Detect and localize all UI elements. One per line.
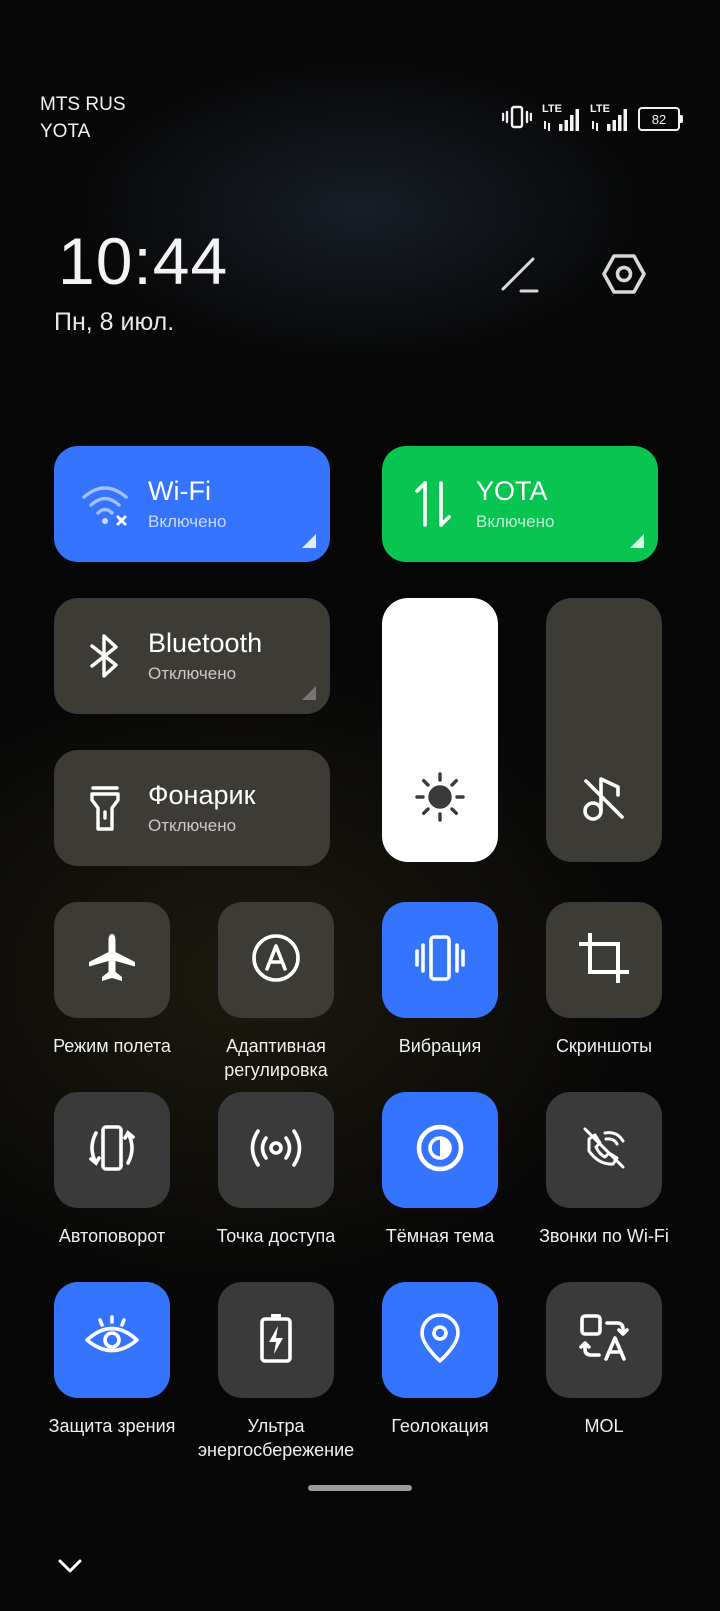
chevron-down-icon: [56, 1557, 84, 1580]
wifi-calling-toggle[interactable]: [546, 1092, 662, 1208]
airplane-icon: [85, 931, 139, 990]
page-indicator: [308, 1485, 412, 1491]
mol-toggle[interactable]: [546, 1282, 662, 1398]
edit-pencil-icon: [497, 251, 543, 302]
expand-corner-icon: [302, 534, 316, 548]
adaptive-brightness-label: Адаптивная регулировка: [224, 1036, 328, 1080]
dark-theme-icon: [413, 1121, 467, 1180]
settings-button[interactable]: [594, 246, 654, 306]
clock-time: 10:44: [58, 224, 229, 298]
bluetooth-icon: [80, 631, 130, 681]
location-toggle[interactable]: [382, 1282, 498, 1398]
flashlight-tile-title: Фонарик: [148, 780, 256, 811]
volume-slider[interactable]: [546, 598, 662, 862]
location-icon: [413, 1311, 467, 1370]
hotspot-toggle[interactable]: [218, 1092, 334, 1208]
edit-button[interactable]: [490, 246, 550, 306]
screenshot-toggle[interactable]: [546, 902, 662, 1018]
eye-protection-toggle[interactable]: [54, 1282, 170, 1398]
eye-icon: [83, 1311, 141, 1370]
flashlight-tile-status: Отключено: [148, 815, 237, 835]
mobile-data-tile-status: Включено: [476, 511, 555, 531]
eye-protection-label: Защита зрения: [48, 1416, 176, 1436]
auto-rotate-icon: [85, 1121, 139, 1180]
mol-label: MOL: [584, 1416, 624, 1436]
bluetooth-tile-title: Bluetooth: [148, 628, 263, 659]
airplane-mode-toggle[interactable]: [54, 902, 170, 1018]
translate-icon: [577, 1311, 631, 1370]
flashlight-icon: [80, 783, 130, 833]
wifi-icon: [80, 479, 130, 529]
sun-icon: [414, 771, 466, 828]
ultra-power-saving-label: Ультра энергосбережение: [197, 1416, 355, 1460]
expand-corner-icon: [630, 534, 644, 548]
settings-gear-icon: [600, 250, 648, 303]
status-icons: LTE LTE 82: [501, 103, 683, 135]
battery-saver-icon: [249, 1311, 303, 1370]
crop-icon: [577, 931, 631, 990]
mobile-data-tile[interactable]: YOTA Включено: [382, 446, 658, 562]
battery-icon: 82: [638, 107, 683, 131]
hotspot-label: Точка доступа: [216, 1226, 336, 1246]
airplane-mode-label: Режим полета: [53, 1036, 171, 1056]
clock-date: Пн, 8 июл.: [54, 308, 175, 336]
adaptive-brightness-toggle[interactable]: [218, 902, 334, 1018]
collapse-button[interactable]: [50, 1548, 90, 1588]
vibrate-icon: [501, 104, 533, 135]
expand-corner-icon: [302, 686, 316, 700]
vibrate-icon: [413, 931, 467, 990]
location-label: Геолокация: [391, 1416, 489, 1436]
carrier-name-2: YOTA: [40, 121, 91, 142]
dark-theme-toggle[interactable]: [382, 1092, 498, 1208]
bluetooth-tile[interactable]: Bluetooth Отключено: [54, 598, 330, 714]
wifi-calling-icon: [577, 1121, 631, 1180]
wifi-calling-label: Звонки по Wi-Fi: [539, 1226, 669, 1246]
wifi-tile-status: Включено: [148, 511, 227, 531]
battery-level: 82: [651, 111, 667, 127]
quick-settings-screen: MTS RUS YOTA LTE LTE 82 10:44 Пн, 8 июл.…: [0, 0, 720, 1611]
hotspot-icon: [247, 1121, 305, 1180]
vibration-toggle[interactable]: [382, 902, 498, 1018]
screenshot-label: Скриншоты: [555, 1036, 653, 1056]
mobile-data-tile-title: YOTA: [476, 476, 548, 507]
vibration-label: Вибрация: [398, 1036, 482, 1056]
ultra-power-saving-toggle[interactable]: [218, 1282, 334, 1398]
music-muted-icon: [578, 771, 630, 828]
auto-rotate-toggle[interactable]: [54, 1092, 170, 1208]
bluetooth-tile-status: Отключено: [148, 663, 237, 683]
auto-brightness-icon: [249, 931, 303, 990]
brightness-slider[interactable]: [382, 598, 498, 862]
mobile-data-icon: [408, 479, 458, 529]
wifi-tile[interactable]: Wi-Fi Включено: [54, 446, 330, 562]
wifi-tile-title: Wi-Fi: [148, 476, 211, 507]
signal-lte-icon: LTE: [590, 103, 628, 133]
carrier-name-1: MTS RUS: [40, 94, 126, 115]
flashlight-tile[interactable]: Фонарик Отключено: [54, 750, 330, 866]
auto-rotate-label: Автоповорот: [58, 1226, 166, 1246]
signal-lte-icon: LTE: [542, 103, 580, 133]
dark-theme-label: Тёмная тема: [385, 1226, 495, 1246]
